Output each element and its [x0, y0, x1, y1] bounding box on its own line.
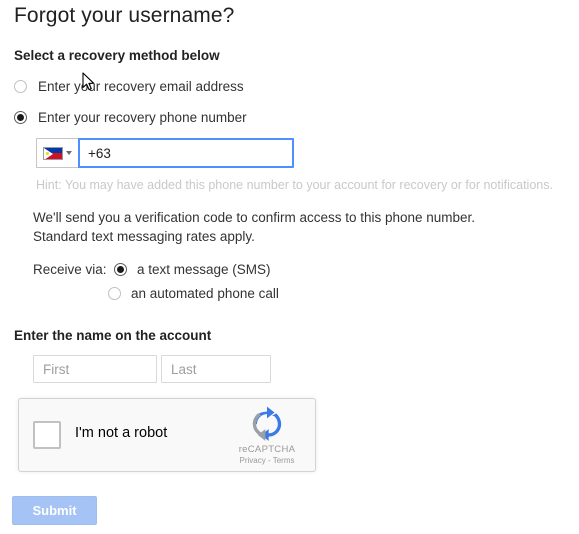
- country-code-select[interactable]: [36, 138, 78, 168]
- forgot-username-page: Forgot your username? Select a recovery …: [0, 0, 579, 534]
- philippines-flag-icon: [43, 146, 63, 160]
- receive-via-option-sms[interactable]: a text message (SMS): [114, 262, 271, 277]
- name-section-heading: Enter the name on the account: [14, 328, 212, 343]
- recaptcha-privacy-terms[interactable]: Privacy - Terms: [229, 456, 305, 465]
- recaptcha-widget[interactable]: I'm not a robot reCAPTCHA Privacy - Term…: [18, 398, 316, 472]
- submit-button[interactable]: Submit: [12, 496, 97, 525]
- page-title: Forgot your username?: [14, 4, 235, 27]
- recaptcha-brand-text: reCAPTCHA: [238, 444, 296, 455]
- recovery-method-heading: Select a recovery method below: [14, 48, 220, 63]
- verification-info-line2: Standard text messaging rates apply.: [33, 229, 255, 244]
- recaptcha-checkbox[interactable]: [33, 421, 61, 449]
- phone-hint-text: Hint: You may have added this phone numb…: [36, 178, 553, 192]
- radio-call[interactable]: [108, 287, 121, 300]
- first-name-input[interactable]: [33, 355, 157, 383]
- receive-via-label: Receive via:: [33, 262, 107, 277]
- recaptcha-label: I'm not a robot: [75, 425, 168, 441]
- recovery-method-option-email[interactable]: Enter your recovery email address: [14, 79, 244, 94]
- radio-phone[interactable]: [14, 111, 27, 124]
- recovery-method-phone-label: Enter your recovery phone number: [38, 110, 247, 125]
- receive-via-sms-label: a text message (SMS): [137, 262, 271, 277]
- recovery-method-email-label: Enter your recovery email address: [38, 79, 244, 94]
- last-name-input[interactable]: [161, 355, 271, 383]
- phone-number-input[interactable]: [78, 138, 294, 168]
- recovery-method-option-phone[interactable]: Enter your recovery phone number: [14, 110, 247, 125]
- chevron-down-icon: [66, 151, 72, 155]
- receive-via-option-call[interactable]: an automated phone call: [108, 286, 279, 301]
- verification-info-line1: We'll send you a verification code to co…: [33, 210, 476, 225]
- receive-via-call-label: an automated phone call: [131, 286, 279, 301]
- radio-email[interactable]: [14, 80, 27, 93]
- recaptcha-logo-icon: [252, 406, 282, 441]
- recaptcha-branding: reCAPTCHA Privacy - Terms: [229, 405, 305, 465]
- verification-info: We'll send you a verification code to co…: [33, 208, 475, 246]
- radio-sms[interactable]: [114, 263, 127, 276]
- phone-entry-group: [36, 138, 294, 168]
